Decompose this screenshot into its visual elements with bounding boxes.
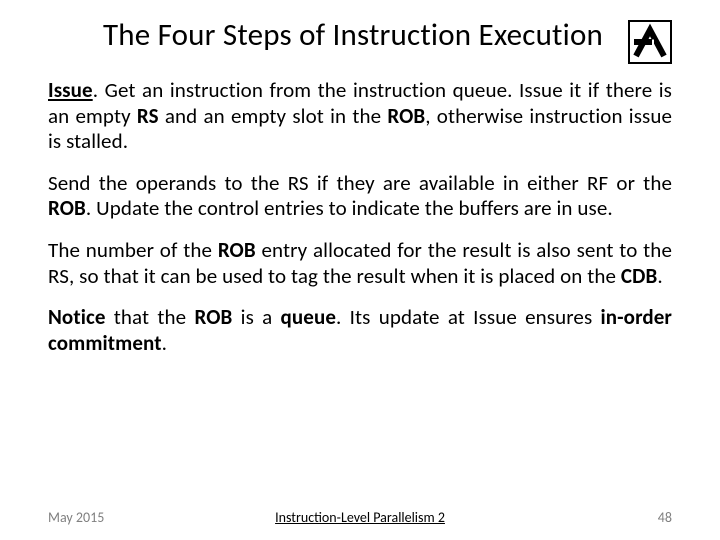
text: is a xyxy=(232,304,280,330)
slide: The Four Steps of Instruction Execution … xyxy=(0,0,720,540)
text: that the xyxy=(106,304,195,330)
text: . xyxy=(657,263,662,289)
paragraph-notice: Notice that the ROB is a queue. Its upda… xyxy=(48,305,672,356)
footer-title: Instruction-Level Parallelism 2 xyxy=(275,509,445,526)
cdb-term: CDB xyxy=(621,263,657,289)
paragraph-rob-entry: The number of the ROB entry allocated fo… xyxy=(48,238,672,289)
page-title: The Four Steps of Instruction Execution xyxy=(48,18,628,52)
rob-term: ROB xyxy=(387,103,425,129)
institution-logo xyxy=(628,20,672,64)
header: The Four Steps of Instruction Execution xyxy=(48,18,672,64)
text: and an empty slot in the xyxy=(159,103,388,129)
page-number: 48 xyxy=(658,509,672,526)
queue-term: queue xyxy=(281,304,336,330)
rob-term: ROB xyxy=(218,237,256,263)
issue-label: Issue xyxy=(48,77,93,103)
footer-date: May 2015 xyxy=(48,509,104,526)
text: Send the operands to the RS if they are … xyxy=(48,170,672,196)
rs-term: RS xyxy=(137,103,159,129)
paragraph-issue: Issue. Get an instruction from the instr… xyxy=(48,78,672,155)
rob-term: ROB xyxy=(194,304,232,330)
paragraph-operands: Send the operands to the RS if they are … xyxy=(48,171,672,222)
text: . Update the control entries to indicate… xyxy=(86,195,613,221)
text: The number of the xyxy=(48,237,218,263)
text: . Its update at Issue ensures xyxy=(336,304,601,330)
footer: May 2015 Instruction-Level Parallelism 2… xyxy=(48,509,672,526)
rob-term: ROB xyxy=(48,195,86,221)
text: . xyxy=(162,330,167,356)
notice-label: Notice xyxy=(48,304,106,330)
